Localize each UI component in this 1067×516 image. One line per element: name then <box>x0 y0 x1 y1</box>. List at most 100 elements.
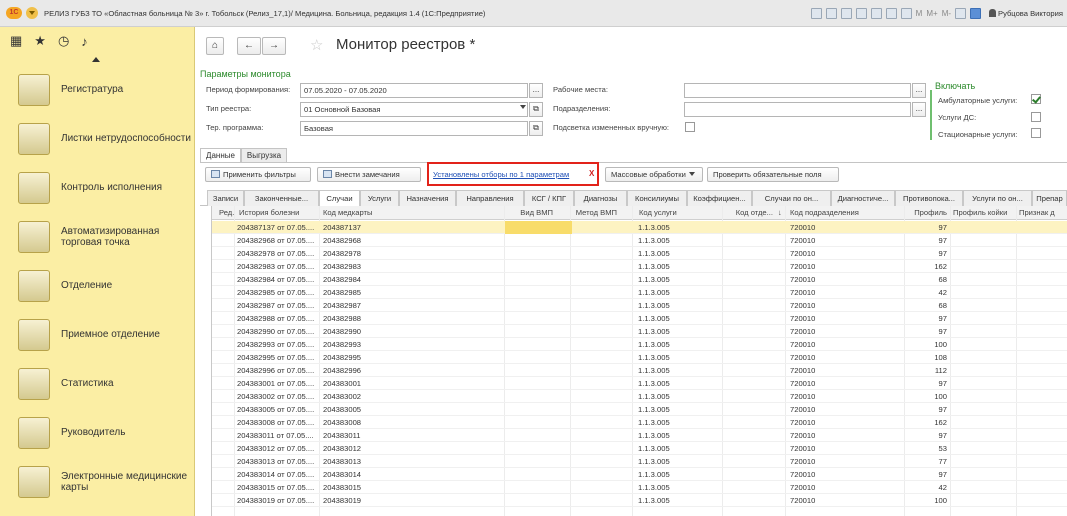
departments-field[interactable] <box>684 102 911 117</box>
table-row[interactable]: 204383001 от 07.05.... 204383001 1.1.3.005… <box>212 377 1067 390</box>
section-registry[interactable]: Регистратура <box>0 65 194 114</box>
day-care-checkbox[interactable] <box>1031 112 1041 122</box>
subtab-referrals[interactable]: Направления <box>456 190 524 206</box>
workplaces-select-button[interactable]: ... <box>912 83 926 98</box>
table-row[interactable]: 204383012 от 07.05.... 204383012 1.1.3.005… <box>212 442 1067 455</box>
window-icon[interactable] <box>970 8 982 19</box>
selected-cell[interactable] <box>505 221 572 234</box>
main-menu-dropdown-icon[interactable] <box>26 7 38 19</box>
col-vmp-method[interactable]: Метод ВМП <box>567 206 620 220</box>
home-button[interactable]: ⌂ <box>206 37 224 55</box>
memory-plus-button[interactable]: M+ <box>926 9 937 18</box>
subtab-consiliums[interactable]: Консилиумы <box>627 190 687 206</box>
subtab-records[interactable]: Записи <box>207 190 244 206</box>
memory-minus-button[interactable]: M- <box>942 9 951 18</box>
table-row[interactable]: 204382990 от 07.05.... 204382990 1.1.3.005… <box>212 325 1067 338</box>
apps-grid-icon[interactable]: ▦ <box>10 33 22 49</box>
table-row[interactable]: 204382978 от 07.05.... 204382978 1.1.3.005… <box>212 247 1067 260</box>
save-icon[interactable] <box>810 8 822 19</box>
ambulatory-checkbox[interactable] <box>1031 94 1041 104</box>
current-user[interactable]: Рубцова Виктория <box>989 9 1063 18</box>
highlight-checkbox[interactable] <box>685 122 695 132</box>
col-bed-profile[interactable]: Профиль койки <box>950 206 1016 220</box>
col-profile[interactable]: Профиль <box>904 206 950 220</box>
table-row[interactable]: 204383013 от 07.05.... 204383013 1.1.3.005… <box>212 455 1067 468</box>
tab-export[interactable]: Выгрузка <box>241 148 287 163</box>
col-sign[interactable]: Признак д <box>1016 206 1067 220</box>
table-row[interactable]: 204382987 от 07.05.... 204382987 1.1.3.005… <box>212 299 1067 312</box>
subtab-ksg[interactable]: КСГ / КПГ <box>524 190 574 206</box>
memory-button[interactable]: M <box>916 9 923 18</box>
mass-processing-button[interactable]: Массовые обработки <box>605 167 703 182</box>
filter-status-link[interactable]: Установлены отборы по 1 параметрам <box>433 170 569 179</box>
table-row[interactable]: 204382988 от 07.05.... 204382988 1.1.3.005… <box>212 312 1067 325</box>
table-row[interactable]: 204383019 от 07.05.... 204383019 1.1.3.005… <box>212 494 1067 507</box>
clear-filter-button[interactable]: X <box>589 169 594 178</box>
section-sick-leave[interactable]: Листки нетрудоспособности <box>0 114 194 163</box>
subtab-onco-services[interactable]: Услуги по он... <box>963 190 1032 206</box>
bell-icon[interactable]: ♪ <box>81 34 88 49</box>
subtab-coefficients[interactable]: Коэффициен... <box>687 190 752 206</box>
subtab-diagnoses[interactable]: Диагнозы <box>574 190 627 206</box>
col-vmp-type[interactable]: Вид ВМП <box>500 206 556 220</box>
section-trade-point[interactable]: Автоматизированная торговая точка <box>0 212 194 261</box>
table-row[interactable]: 204382993 от 07.05.... 204382993 1.1.3.005… <box>212 338 1067 351</box>
forward-button[interactable]: → <box>262 37 286 55</box>
period-select-button[interactable]: ... <box>529 83 543 98</box>
workplaces-field[interactable] <box>684 83 911 98</box>
subtab-completed[interactable]: Законченные... <box>244 190 319 206</box>
table-row[interactable]: 204383015 от 07.05.... 204383015 1.1.3.005… <box>212 481 1067 494</box>
subtab-drugs[interactable]: Препар <box>1032 190 1067 206</box>
col-dept-code[interactable]: Код отде... <box>722 206 776 220</box>
favorites-star-icon[interactable]: ★ <box>34 33 46 49</box>
tab-data[interactable]: Данные <box>200 148 241 163</box>
table-row[interactable]: 204387137 от 07.05.... 204387137 1.1.3.005… <box>212 221 1067 234</box>
subtab-appointments[interactable]: Назначения <box>399 190 456 206</box>
table-row[interactable]: 204383008 от 07.05.... 204383008 1.1.3.005… <box>212 416 1067 429</box>
apply-filters-button[interactable]: Применить фильтры <box>205 167 311 182</box>
subtab-services[interactable]: Услуги <box>360 190 399 206</box>
table-row[interactable]: 204382996 от 07.05.... 204382996 1.1.3.005… <box>212 364 1067 377</box>
subtab-contraindications[interactable]: Противопока... <box>895 190 963 206</box>
table-row[interactable]: 204383014 от 07.05.... 204383014 1.1.3.005… <box>212 468 1067 481</box>
table-row[interactable]: 204382968 от 07.05.... 204382968 1.1.3.005… <box>212 234 1067 247</box>
period-field[interactable]: 07.05.2020 - 07.05.2020 <box>300 83 528 98</box>
link-icon[interactable] <box>855 8 867 19</box>
table-row[interactable]: 204382985 от 07.05.... 204382985 1.1.3.005… <box>212 286 1067 299</box>
section-admission[interactable]: Приемное отделение <box>0 310 194 359</box>
col-subdivision-code[interactable]: Код подразделения <box>787 206 905 220</box>
table-row[interactable]: 204382995 от 07.05.... 204382995 1.1.3.005… <box>212 351 1067 364</box>
table-row[interactable]: 204382983 от 07.05.... 204382983 1.1.3.005… <box>212 260 1067 273</box>
table-row[interactable]: 204383002 от 07.05.... 204383002 1.1.3.005… <box>212 390 1067 403</box>
scroll-up-icon[interactable] <box>0 55 194 65</box>
open-type-button[interactable]: ⧉ <box>529 102 543 117</box>
open-program-button[interactable]: ⧉ <box>529 121 543 136</box>
subtab-diagnostics[interactable]: Диагностиче... <box>831 190 895 206</box>
departments-select-button[interactable]: ... <box>912 102 926 117</box>
section-statistics[interactable]: Статистика <box>0 359 194 408</box>
table-row[interactable]: 204383011 от 07.05.... 204383011 1.1.3.005… <box>212 429 1067 442</box>
subtab-cases[interactable]: Случаи <box>319 190 360 207</box>
add-remarks-button[interactable]: Внести замечания <box>317 167 421 182</box>
register-type-field[interactable]: 01 Основной Базовая <box>300 102 528 117</box>
section-execution-control[interactable]: Контроль исполнения <box>0 163 194 212</box>
col-card[interactable]: Код медкарты <box>320 206 420 220</box>
section-manager[interactable]: Руководитель <box>0 408 194 457</box>
chevron-down-icon[interactable] <box>514 102 528 117</box>
program-field[interactable]: Базовая <box>300 121 528 136</box>
subtab-onco-cases[interactable]: Случаи по он... <box>752 190 831 206</box>
print-icon[interactable] <box>825 8 837 19</box>
col-service-code[interactable]: Код услуги <box>636 206 716 220</box>
calendar-icon[interactable] <box>900 8 912 19</box>
preview-icon[interactable] <box>840 8 852 19</box>
search-icon[interactable] <box>870 8 882 19</box>
check-required-button[interactable]: Проверить обязательные поля <box>707 167 839 182</box>
inpatient-checkbox[interactable] <box>1031 128 1041 138</box>
favorite-star-icon[interactable]: ☆ <box>310 36 323 54</box>
table-row[interactable]: 204382984 от 07.05.... 204382984 1.1.3.005… <box>212 273 1067 286</box>
table-row[interactable]: 204383005 от 07.05.... 204383005 1.1.3.005… <box>212 403 1067 416</box>
history-icon[interactable]: ◷ <box>58 33 69 49</box>
section-department[interactable]: Отделение <box>0 261 194 310</box>
zoom-icon[interactable] <box>955 8 967 19</box>
section-emr[interactable]: Электронные медицинские карты <box>0 457 194 506</box>
